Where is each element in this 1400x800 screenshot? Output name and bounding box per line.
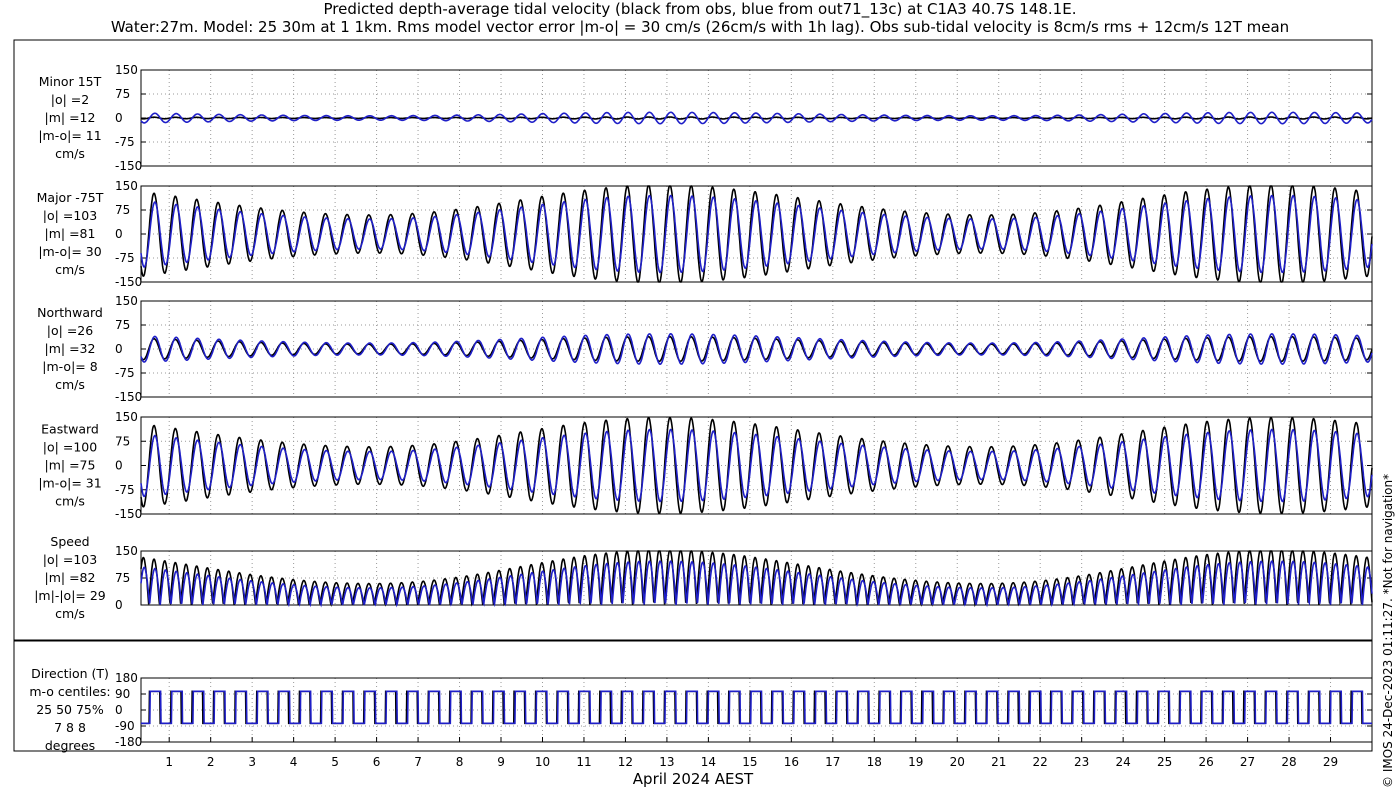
xtick-label-17: 17 [825, 755, 840, 769]
ytick-label-75: 75 [115, 203, 130, 217]
xtick-label-14: 14 [701, 755, 716, 769]
series-obs-minor [140, 116, 1373, 120]
xtick-label-3: 3 [248, 755, 256, 769]
panel-label-speed-1: |o| =103 [43, 552, 97, 567]
xtick-label-2: 2 [207, 755, 215, 769]
panel-label-direction-4: degrees [45, 738, 95, 753]
ytick-label--150: -150 [115, 275, 142, 289]
xtick-label-23: 23 [1074, 755, 1089, 769]
xtick-label-22: 22 [1033, 755, 1048, 769]
panel-label-eastward-3: |m-o|= 31 [38, 476, 101, 491]
panel-minor: 150 75 0 -75 -150 Minor 15T |o| =2 |m| =12 |m-o|… [38, 63, 1373, 173]
panel-label-minor-2: |m| =12 [45, 110, 96, 125]
ytick-label-0: 0 [115, 459, 123, 473]
ytick-label--150: -150 [115, 390, 142, 404]
panel-label-northward-2: |m| =32 [45, 341, 96, 356]
tidal-velocity-chart: 150750-75-150Minor 15T|o| =2|m| =12|m-o|… [13, 39, 1373, 788]
panel-speed: 150 75 0 Speed |o| =103 |m| =82 |m|-|o|= 29 cm/… [34, 534, 1373, 621]
panel-label-major-0: Major -75T [37, 190, 104, 205]
panel-label-northward-0: Northward [37, 305, 103, 320]
panel-label-major-3: |m-o|= 30 [38, 244, 101, 259]
panel-label-eastward-4: cm/s [55, 494, 85, 509]
ytick-label--150: -150 [115, 159, 142, 173]
xtick-label-6: 6 [373, 755, 381, 769]
xtick-label-27: 27 [1240, 755, 1255, 769]
ytick-label-0: 0 [115, 703, 123, 717]
xtick-label-26: 26 [1198, 755, 1213, 769]
ytick-label--75: -75 [115, 483, 135, 497]
xtick-label-5: 5 [331, 755, 339, 769]
xtick-label-8: 8 [456, 755, 464, 769]
ytick-label-180: 180 [115, 671, 138, 685]
xtick-label-28: 28 [1281, 755, 1296, 769]
xtick-label-29: 29 [1323, 755, 1338, 769]
ytick-label-0: 0 [115, 111, 123, 125]
panel-label-minor-1: |o| =2 [51, 92, 89, 107]
panel-label-eastward-2: |m| =75 [45, 458, 96, 473]
panel-direction: 180 90 0 -90 -180 Direction (T) m-o centiles: 2… [29, 666, 1373, 753]
ytick-label-150: 150 [115, 63, 138, 77]
xtick-label-10: 10 [535, 755, 550, 769]
panel-label-speed-2: |m| =82 [45, 570, 96, 585]
ytick-label-0: 0 [115, 227, 123, 241]
panel-label-speed-4: cm/s [55, 606, 85, 621]
xtick-label-1: 1 [165, 755, 173, 769]
xtick-label-18: 18 [867, 755, 882, 769]
ytick-label-150: 150 [115, 410, 138, 424]
ytick-label-75: 75 [115, 318, 130, 332]
series-model-direction [141, 690, 1372, 725]
x-axis-label: April 2024 AEST [633, 770, 754, 788]
ytick-label--75: -75 [115, 366, 135, 380]
panel-northward: 150 75 0 -75 -150 Northward |o| =26 |m| =32 |m-o… [37, 294, 1373, 404]
xtick-label-15: 15 [742, 755, 757, 769]
ytick-label-90: 90 [115, 687, 130, 701]
ytick-label--75: -75 [115, 135, 135, 149]
panel-label-eastward-0: Eastward [41, 422, 99, 437]
panel-major: 150 75 0 -75 -150 Major -75T |o| =103 |m| =81 |m… [37, 179, 1373, 289]
panel-label-direction-0: Direction (T) [31, 666, 109, 681]
panel-label-minor-3: |m-o|= 11 [38, 128, 101, 143]
xtick-label-21: 21 [991, 755, 1006, 769]
ytick-label--75: -75 [115, 251, 135, 265]
xtick-label-7: 7 [414, 755, 422, 769]
xtick-label-13: 13 [659, 755, 674, 769]
xtick-label-19: 19 [908, 755, 923, 769]
xtick-label-16: 16 [784, 755, 799, 769]
panel-label-major-2: |m| =81 [45, 226, 96, 241]
ytick-label-0: 0 [115, 598, 123, 612]
panel-label-major-1: |o| =103 [43, 208, 97, 223]
panel-label-minor-4: cm/s [55, 146, 85, 161]
panel-label-direction-1: m-o centiles: [29, 684, 110, 699]
xtick-label-25: 25 [1157, 755, 1172, 769]
xtick-label-9: 9 [497, 755, 505, 769]
panel-label-northward-1: |o| =26 [47, 323, 93, 338]
series-obs-direction [141, 690, 1372, 725]
ytick-label-150: 150 [115, 544, 138, 558]
panel-label-northward-3: |m-o|= 8 [42, 359, 97, 374]
ytick-label--150: -150 [115, 507, 142, 521]
panel-label-speed-3: |m|-|o|= 29 [34, 588, 106, 603]
xtick-label-24: 24 [1116, 755, 1131, 769]
ytick-label-0: 0 [115, 342, 123, 356]
xtick-label-4: 4 [290, 755, 298, 769]
panel-label-speed-0: Speed [50, 534, 89, 549]
ytick-label-150: 150 [115, 294, 138, 308]
panel-label-northward-4: cm/s [55, 377, 85, 392]
panel-label-minor-0: Minor 15T [39, 74, 102, 89]
panel-label-direction-3: 7 8 8 [54, 720, 86, 735]
ytick-label-75: 75 [115, 87, 130, 101]
panel-label-major-4: cm/s [55, 262, 85, 277]
xtick-label-11: 11 [576, 755, 591, 769]
copyright-stamp: © IMOS 24-Dec-2023 01:11:27. *Not for na… [1381, 473, 1395, 788]
xtick-label-20: 20 [950, 755, 965, 769]
panel-label-eastward-1: |o| =100 [43, 440, 97, 455]
ytick-label-75: 75 [115, 434, 130, 448]
panel-label-direction-2: 25 50 75% [36, 702, 104, 717]
ytick-label--180: -180 [115, 735, 142, 749]
ytick-label--90: -90 [115, 719, 135, 733]
xtick-label-12: 12 [618, 755, 633, 769]
ytick-label-150: 150 [115, 179, 138, 193]
panel-eastward: 150 75 0 -75 -150 Eastward |o| =100 |m| =75 |m-o… [38, 410, 1373, 521]
ytick-label-75: 75 [115, 571, 130, 585]
